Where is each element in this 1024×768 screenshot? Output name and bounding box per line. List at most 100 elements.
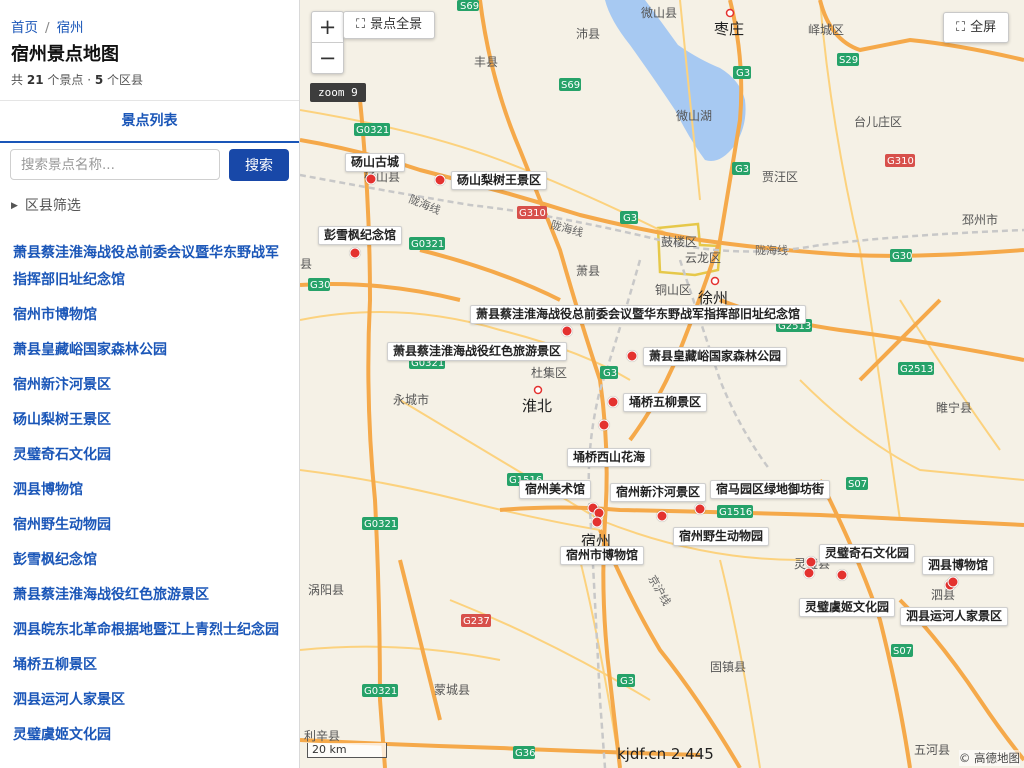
poi-marker-huangcangyu[interactable]: [626, 350, 638, 362]
road-shield: G30: [890, 249, 912, 262]
poi-marker-dangshan-old-town[interactable]: [365, 173, 377, 185]
road-shield: S29: [837, 53, 859, 66]
poi-label[interactable]: 埇桥五柳景区: [623, 393, 708, 412]
poi-marker-zoo[interactable]: [656, 510, 668, 522]
breadcrumb: 首页 / 宿州: [11, 16, 84, 36]
county-filter-label: 区县筛选: [24, 198, 81, 214]
road-shield: S69: [559, 78, 581, 91]
spot-list-item[interactable]: 萧县蔡洼淮海战役红色旅游景区: [0, 582, 299, 609]
poi-label[interactable]: 泗县博物馆: [922, 556, 995, 575]
road-shield: G36: [513, 746, 535, 759]
spot-list-item[interactable]: 彭雪枫纪念馆: [0, 547, 299, 574]
poi-label[interactable]: 宿州市博物馆: [560, 546, 645, 565]
road-shield: G3: [733, 66, 751, 79]
svg-text:G3: G3: [603, 368, 617, 379]
poi-label[interactable]: 萧县皇藏峪国家森林公园: [643, 347, 788, 366]
poi-label[interactable]: 泗县运河人家景区: [900, 607, 1009, 626]
breadcrumb-current-link[interactable]: 宿州: [57, 20, 84, 36]
poi-marker-greenland[interactable]: [694, 503, 706, 515]
poi-label[interactable]: 萧县蔡洼淮海战役红色旅游景区: [387, 342, 568, 361]
poi-label[interactable]: 灵璧奇石文化园: [819, 544, 916, 563]
poi-label[interactable]: 埇桥西山花海: [567, 448, 652, 467]
road-shield: S07: [846, 477, 868, 490]
poi-label[interactable]: 砀山梨树王景区: [451, 171, 548, 190]
place-name: 铜山区: [655, 282, 691, 297]
road-shield: G1516: [717, 505, 753, 518]
expand-icon: ⛶: [356, 17, 366, 32]
tab-spot-list[interactable]: 景点列表: [0, 101, 299, 141]
poi-label[interactable]: 灵璧虞姬文化园: [799, 598, 896, 617]
scale-bar: 20 km: [307, 743, 387, 758]
poi-label[interactable]: 宿州野生动物园: [673, 527, 770, 546]
poi-label[interactable]: 宿马园区绿地御坊街: [710, 480, 831, 499]
svg-text:G30: G30: [310, 280, 330, 291]
sidebar: 首页 / 宿州 宿州景点地图 共 21 个景点 · 5 个区县 景点列表 搜索 ▶ 区…: [0, 0, 300, 768]
site-watermark: kjdf.cn 2.445: [617, 745, 714, 763]
spot-list-item[interactable]: 宿州新汴河景区: [0, 372, 299, 399]
svg-text:G1516: G1516: [719, 507, 752, 518]
poi-label[interactable]: 彭雪枫纪念馆: [318, 226, 403, 245]
spot-list-item[interactable]: 萧县皇藏峪国家森林公园: [0, 337, 299, 364]
svg-text:G310: G310: [519, 208, 546, 219]
zoom-out-button[interactable]: −: [312, 43, 343, 73]
poi-label[interactable]: 砀山古城: [345, 153, 406, 172]
spot-list-item[interactable]: 砀山梨树王景区: [0, 407, 299, 434]
city-marker: [710, 276, 720, 286]
fullview-button[interactable]: ⛶ 景点全景: [343, 11, 436, 39]
svg-text:G0321: G0321: [364, 686, 397, 697]
place-name: 微山县: [641, 6, 677, 20]
city-marker: [725, 8, 735, 18]
place-name: 云龙区: [685, 251, 721, 265]
svg-text:G36: G36: [515, 748, 535, 759]
spot-count: 21: [26, 73, 44, 87]
spot-list-item[interactable]: 灵璧奇石文化园: [0, 442, 299, 469]
place-name: 萧县: [576, 264, 600, 278]
spot-list-item[interactable]: 泗县运河人家景区: [0, 687, 299, 714]
zoom-in-button[interactable]: +: [312, 12, 343, 43]
county-filter-toggle[interactable]: ▶ 区县筛选: [11, 195, 81, 215]
poi-marker-peng-xuefeng[interactable]: [349, 247, 361, 259]
poi-marker-caiwa-hq[interactable]: [561, 325, 573, 337]
svg-text:G3: G3: [736, 68, 750, 79]
place-name: 贾汪区: [762, 170, 798, 184]
svg-text:S69: S69: [561, 80, 580, 91]
spot-list-item[interactable]: 萧县蔡洼淮海战役总前委会议暨华东野战军指挥部旧址纪念馆: [0, 240, 299, 294]
page-title: 宿州景点地图: [11, 44, 119, 65]
place-name: 固镇县: [710, 660, 746, 674]
poi-marker-dangshan-pear[interactable]: [434, 174, 446, 186]
road-shield: G30: [308, 278, 330, 291]
place-name: 丰县: [474, 55, 498, 69]
breadcrumb-separator: /: [45, 20, 50, 36]
poi-marker-lingbi-2[interactable]: [836, 569, 848, 581]
breadcrumb-home-link[interactable]: 首页: [11, 20, 38, 36]
poi-marker-city-museum[interactable]: [591, 516, 603, 528]
spot-list-item[interactable]: 泗县皖东北革命根据地暨江上青烈士纪念园: [0, 617, 299, 644]
svg-text:G2513: G2513: [900, 364, 933, 375]
road-shield: S69: [457, 0, 479, 12]
place-name: 利辛县: [304, 729, 340, 743]
spot-list-item[interactable]: 泗县博物馆: [0, 477, 299, 504]
spot-list-item[interactable]: 灵璧虞姬文化园: [0, 722, 299, 749]
poi-label[interactable]: 宿州新汴河景区: [610, 483, 707, 502]
basemap: S69 G3 S29 S69 G0321 G310 G3 G310 G3 G03…: [300, 0, 1024, 768]
road-shield: G2513: [898, 362, 934, 375]
road-shield: G310: [885, 154, 915, 167]
poi-label[interactable]: 宿州美术馆: [519, 480, 592, 499]
svg-text:S29: S29: [839, 55, 858, 66]
search-input[interactable]: [10, 149, 220, 180]
search-button[interactable]: 搜索: [229, 149, 289, 181]
spot-list-item[interactable]: 宿州市博物馆: [0, 302, 299, 329]
poi-marker-wuliu[interactable]: [607, 396, 619, 408]
fullscreen-button[interactable]: ⛶ 全屏: [943, 12, 1010, 43]
poi-marker-canal[interactable]: [947, 576, 959, 588]
spot-list-item[interactable]: 宿州野生动物园: [0, 512, 299, 539]
poi-marker-yuji[interactable]: [803, 567, 815, 579]
poi-marker-qishi[interactable]: [805, 556, 817, 568]
spot-list-item[interactable]: 埇桥五柳景区: [0, 652, 299, 679]
road-shield: G3: [617, 674, 635, 687]
place-name: 县: [300, 257, 312, 271]
poi-label[interactable]: 萧县蔡洼淮海战役总前委会议暨华东野战军指挥部旧址纪念馆: [470, 305, 807, 324]
poi-marker-xishan[interactable]: [598, 419, 610, 431]
road-shield: G0321: [362, 517, 398, 530]
map-view[interactable]: S69 G3 S29 S69 G0321 G310 G3 G310 G3 G03…: [300, 0, 1024, 768]
